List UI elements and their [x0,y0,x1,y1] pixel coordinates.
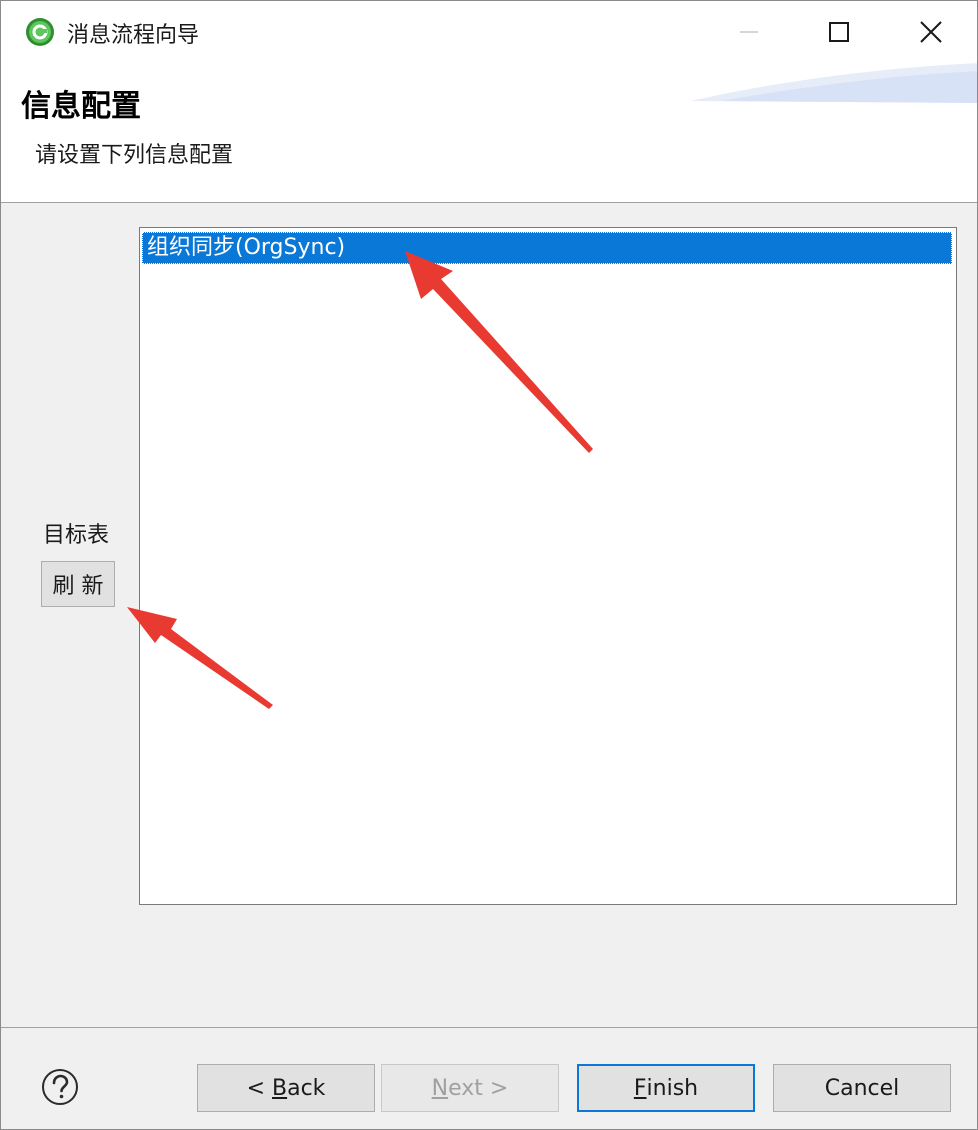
wizard-footer: < Back Next > Finish Cancel [1,1027,977,1129]
window-title: 消息流程向导 [67,23,200,48]
list-item[interactable]: 组织同步(OrgSync) [142,232,952,264]
page-description: 请设置下列信息配置 [35,143,234,168]
next-mnemonic: N [431,1075,449,1101]
maximize-button[interactable] [809,11,869,53]
close-icon [920,21,942,43]
help-button[interactable] [41,1068,79,1106]
back-prefix: < [246,1075,272,1101]
finish-button[interactable]: Finish [577,1064,755,1112]
wizard-banner: 信息配置 请设置下列信息配置 [1,63,977,203]
question-mark-icon [42,1069,78,1105]
title-bar: 消息流程向导 [1,1,977,63]
target-table-list[interactable]: 组织同步(OrgSync) [139,227,957,905]
target-table-label: 目标表 [43,523,110,548]
cancel-button[interactable]: Cancel [773,1064,951,1112]
back-rest: ack [287,1075,326,1101]
wizard-window: 消息流程向导 信息配置 请设置下列信息配置 目标表 刷 新 组织同步(OrgSy… [0,0,978,1130]
page-title: 信息配置 [21,89,141,124]
back-mnemonic: B [272,1075,288,1101]
next-button[interactable]: Next > [381,1064,559,1112]
next-rest: ext > [448,1075,509,1101]
back-button[interactable]: < Back [197,1064,375,1112]
banner-decoration [691,63,977,103]
app-icon [25,17,55,47]
maximize-icon [829,22,849,42]
close-button[interactable] [901,11,961,53]
minimize-icon [740,31,758,33]
content-area: 目标表 刷 新 组织同步(OrgSync) [1,203,977,1027]
minimize-button[interactable] [719,11,779,53]
refresh-button[interactable]: 刷 新 [41,561,115,607]
finish-rest: inish [646,1075,699,1101]
finish-mnemonic: F [633,1075,647,1101]
